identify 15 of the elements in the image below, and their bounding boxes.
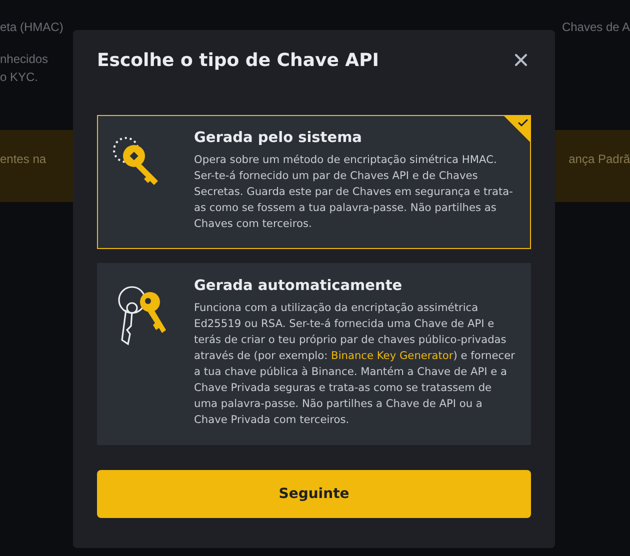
background-text: eta (HMAC) xyxy=(0,19,64,36)
next-button[interactable]: Seguinte xyxy=(97,470,531,518)
banner-text: ança Padrã xyxy=(568,152,630,166)
option-description: Funciona com a utilização da encriptação assimétrica Ed25519 ou RSA. Ser-te-á fornecida uma Chave de API e terás de criar o teu próprio par de chaves público-privadas através de (por exemplo: Binance Key Generator) e fornecer a tua chave pública à Binance. Mantém a Chave de API e a Chave Privada seguras e trata-as como se tratassem de uma palavra-passe. Não partilhes a Chave de API ou a Chave Privada com terceiros. xyxy=(194,301,516,428)
option-description: Opera sobre um método de encriptação simétrica HMAC. Ser-te-á fornecido um par de Chaves API e de Chaves Secretas. Guarda este par de Chaves em segurança e trata-as como se fossem a tua palavra-passe. Não partilhes as Chaves com terceiros. xyxy=(194,153,514,232)
option-title: Gerada automaticamente xyxy=(194,278,404,294)
dialog-title: Escolhe o tipo de Chave API xyxy=(97,50,379,70)
background-text: nhecidos xyxy=(0,51,48,68)
option-card[interactable] xyxy=(97,263,531,445)
banner-text: entes na xyxy=(0,152,46,166)
background-text: o KYC. xyxy=(0,69,38,86)
selected-corner-icon xyxy=(503,115,531,143)
generator-link[interactable]: Binance Key Generator xyxy=(331,350,454,362)
background-text: Chaves de A xyxy=(562,19,630,36)
option-title: Gerada pelo sistema xyxy=(194,130,363,146)
